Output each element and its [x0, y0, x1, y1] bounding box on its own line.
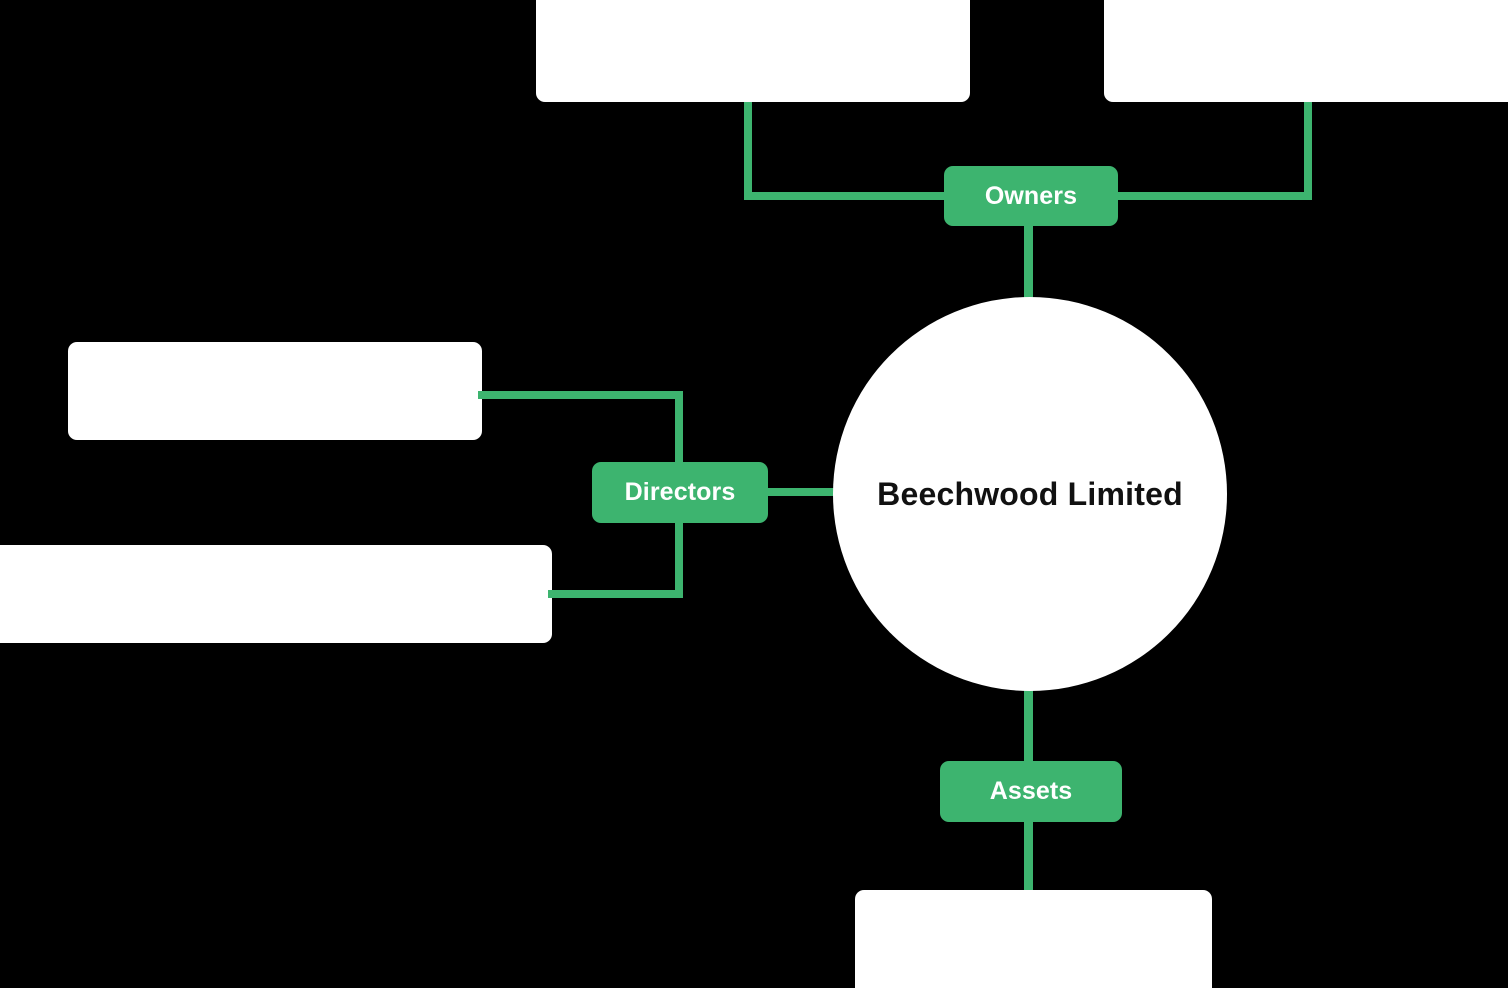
connector-owner-left-vertical — [744, 102, 752, 198]
connector-assets-to-asset-box — [1024, 814, 1033, 898]
director-box-bottom[interactable] — [0, 545, 552, 643]
connector-owner-right-vertical — [1304, 102, 1312, 198]
director-box-top[interactable] — [68, 342, 482, 440]
connector-owner-left-horizontal — [744, 192, 960, 200]
connector-directors-to-company — [764, 488, 844, 496]
owner-box-right[interactable] — [1104, 0, 1508, 102]
label-directors[interactable]: Directors — [592, 462, 768, 523]
connector-director-bottom-horizontal — [548, 590, 683, 598]
label-owners-text: Owners — [984, 181, 1078, 210]
asset-box[interactable] — [855, 890, 1212, 988]
label-directors-text: Directors — [624, 478, 736, 506]
label-assets-text: Assets — [989, 777, 1073, 805]
connector-owners-to-company — [1024, 214, 1033, 310]
company-circle[interactable]: Beechwood Limited — [833, 297, 1227, 691]
label-assets[interactable]: Assets — [940, 761, 1122, 822]
owner-box-left[interactable] — [536, 0, 970, 102]
company-name: Beechwood Limited — [877, 475, 1183, 512]
label-owners[interactable]: Owners — [944, 166, 1118, 226]
connector-owner-right-horizontal — [1100, 192, 1312, 200]
org-structure-diagram: Owners Directors Beechwood Limited Asset… — [0, 0, 1508, 988]
connector-director-top-horizontal — [478, 391, 683, 399]
